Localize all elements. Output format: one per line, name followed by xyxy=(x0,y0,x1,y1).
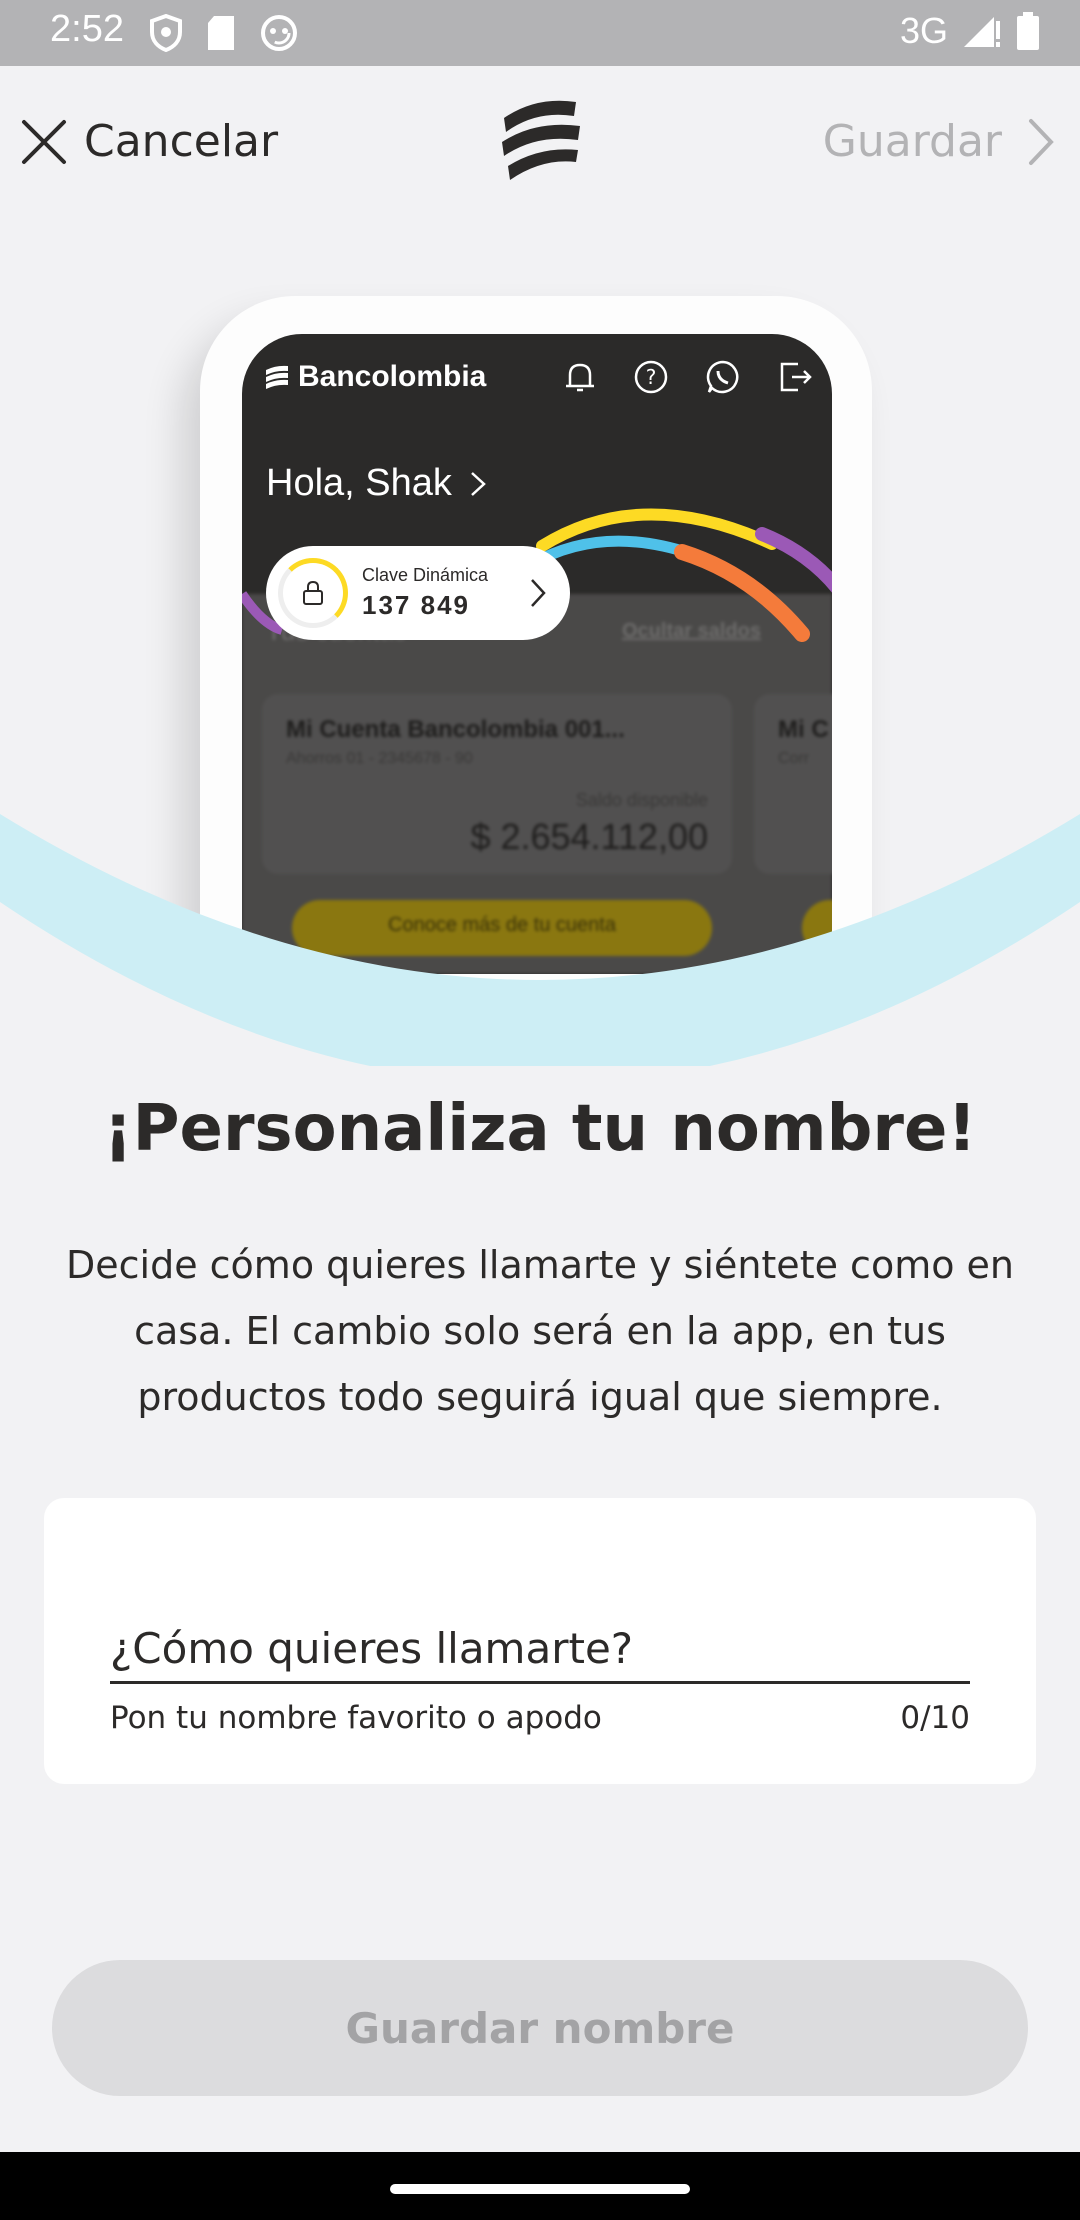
status-icons-left xyxy=(150,14,298,52)
cancel-button[interactable]: Cancelar xyxy=(20,116,278,167)
nickname-helper-text: Pon tu nombre favorito o apodo xyxy=(110,1700,602,1736)
close-icon xyxy=(22,119,66,164)
hero-illustration: Tus cuentas Ocultar saldos Mi Cuenta Ban… xyxy=(0,226,1080,1066)
bancolombia-logo xyxy=(496,96,586,186)
top-navigation: Cancelar Guardar xyxy=(0,66,1080,226)
decorative-wave xyxy=(0,814,1080,1066)
status-bar: 2:52 3G xyxy=(0,0,1080,66)
status-time: 2:52 xyxy=(50,8,124,50)
name-input-card: Pon tu nombre favorito o apodo 0/10 xyxy=(44,1498,1036,1784)
status-icons-right: 3G xyxy=(900,10,1040,52)
system-navigation-bar xyxy=(0,2152,1080,2220)
save-name-button[interactable]: Guardar nombre xyxy=(52,1960,1028,2096)
home-indicator[interactable] xyxy=(390,2184,690,2194)
nickname-input[interactable] xyxy=(110,1616,970,1684)
cancel-label: Cancelar xyxy=(84,116,279,167)
shield-icon xyxy=(150,14,182,52)
save-header-button[interactable]: Guardar xyxy=(823,116,1054,167)
sd-card-icon xyxy=(208,16,234,50)
save-header-label: Guardar xyxy=(822,116,1002,167)
page-description: Decide cómo quieres llamarte y siéntete … xyxy=(66,1243,1014,1419)
battery-icon xyxy=(1017,12,1039,50)
page-title: ¡Personaliza tu nombre! xyxy=(103,1092,977,1166)
face-icon xyxy=(261,15,297,51)
character-counter: 0/10 xyxy=(900,1700,970,1736)
network-type: 3G xyxy=(899,10,948,51)
chevron-right-icon xyxy=(1029,118,1054,165)
signal-icon xyxy=(964,17,1000,47)
